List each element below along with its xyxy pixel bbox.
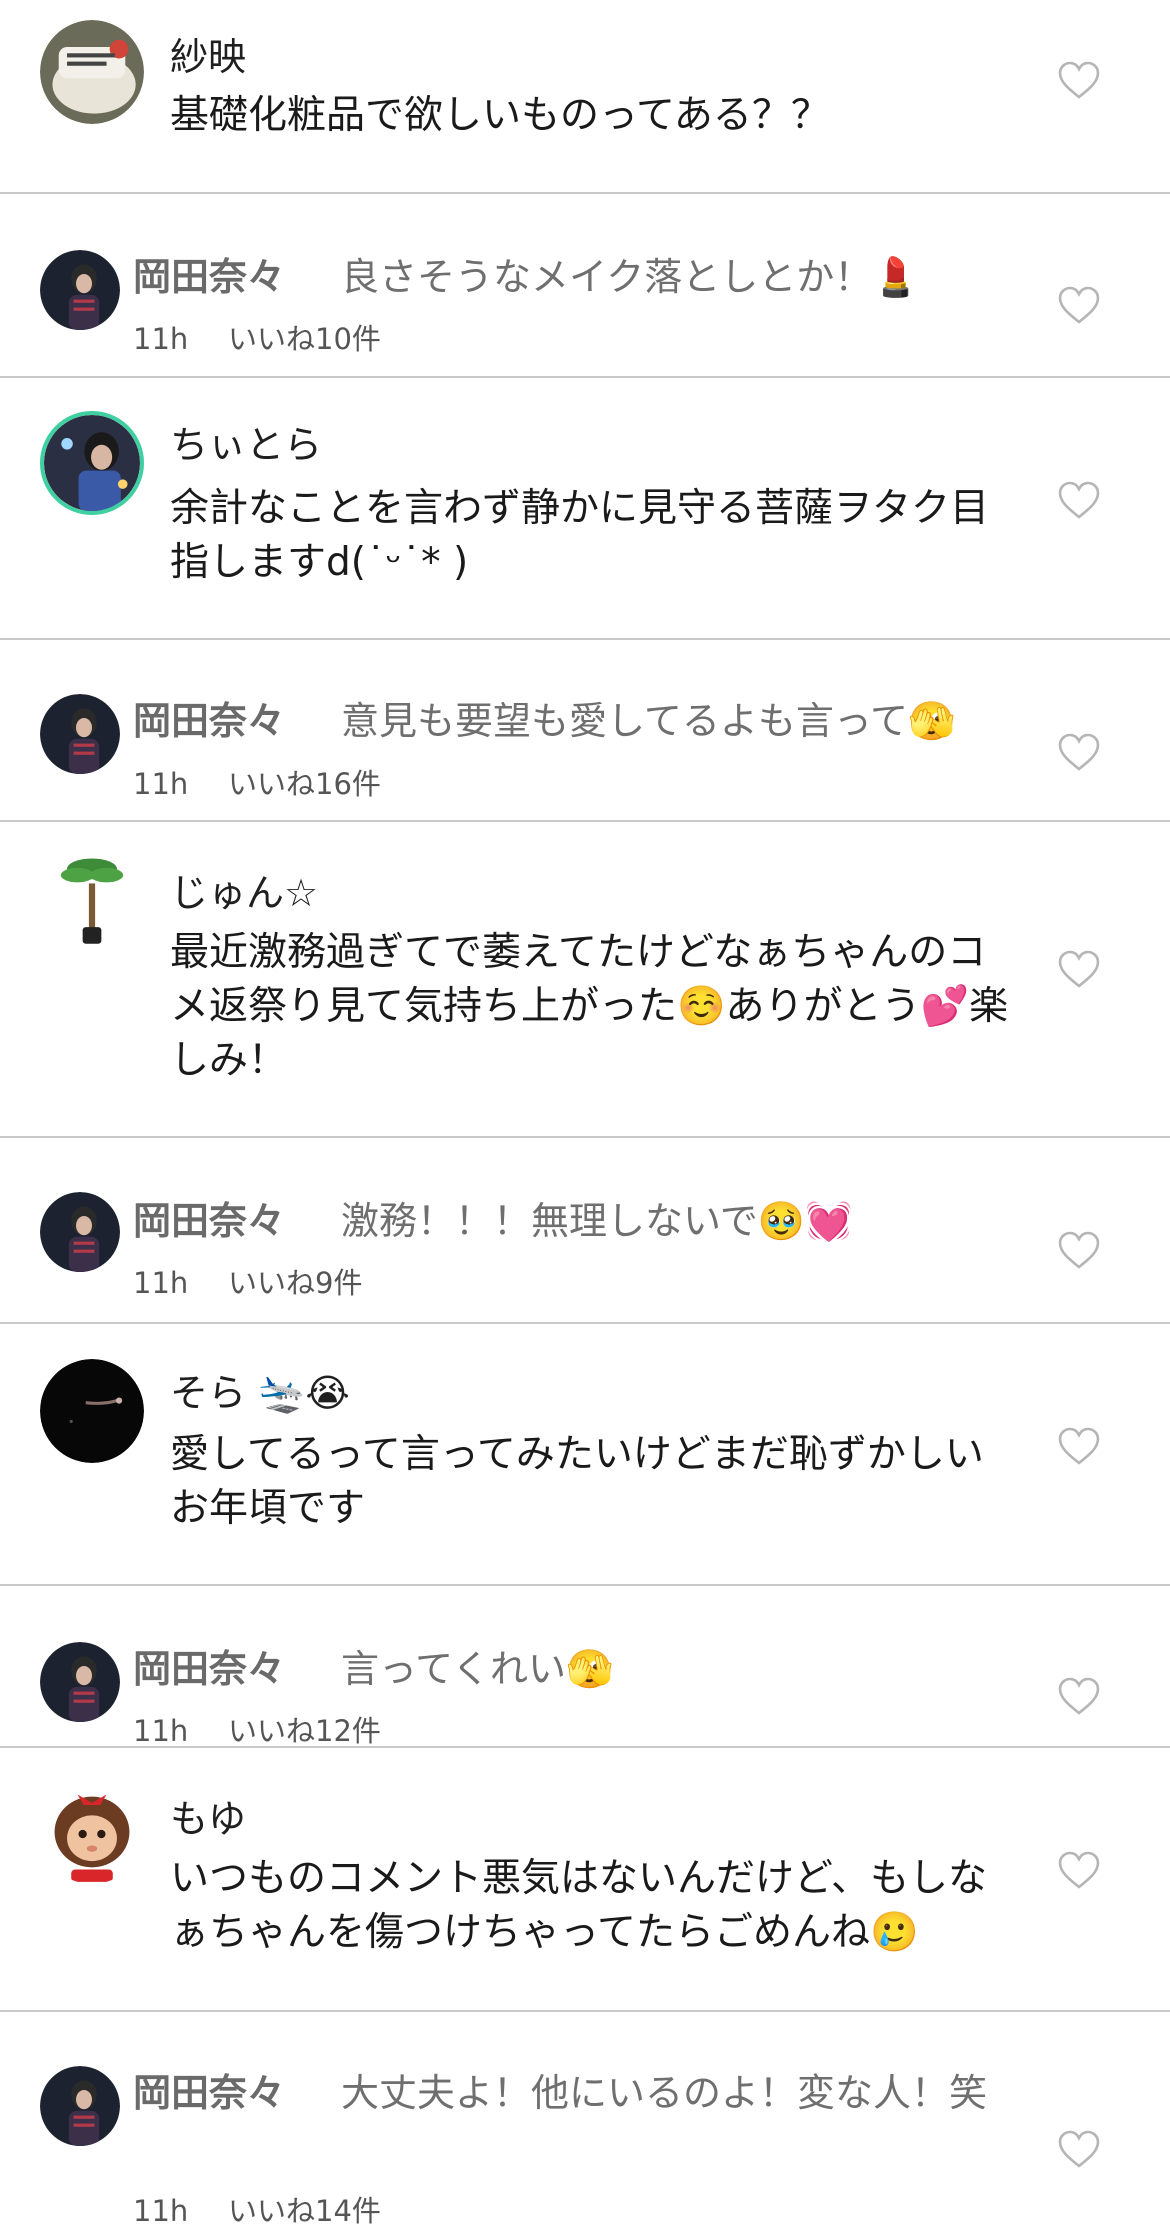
reply-body: 岡田奈々 言ってくれい🫣 [133,1642,1013,1696]
reply-body: 岡田奈々 激務！！！無理しないで🥹💓 [133,1194,1013,1248]
heart-outline-icon[interactable] [1057,1850,1101,1890]
reply-item: 岡田奈々 良さそうなメイク落としとか！💄 11h いいね10件 [0,194,1170,376]
comment-text: 愛してるって言ってみたいけどまだ恥ずかしいお年頃です [170,1432,984,1531]
heart-outline-icon[interactable] [1057,1230,1101,1270]
like-count[interactable]: いいね12件 [228,1714,381,1748]
avatar-okada[interactable] [40,250,120,330]
reply-meta: 11h いいね10件 [133,316,381,358]
comment-text: 基礎化粧品で欲しいものってある？？ [170,93,830,138]
reply-item: 岡田奈々 言ってくれい🫣 11h いいね12件 [0,1586,1170,1748]
comment-item: じゅん☆ 最近激務過ぎてで萎えてたけどなぁちゃんのコメ返祭り見て気持ち上がった☺… [0,822,1170,1136]
comment-text: 余計なことを言わず静かに見守る菩薩ヲタク目指しますd(˙ᵕ˙* ) [170,486,990,585]
comment-item: そら 🛬😭 愛してるって言ってみたいけどまだ恥ずかしいお年頃です [0,1324,1170,1584]
avatar-plant[interactable] [40,846,144,950]
comment-username[interactable]: そら 🛬😭 [170,1362,350,1417]
avatar-concert[interactable] [40,411,144,515]
reply-time: 11h [133,767,189,801]
reply-item: 岡田奈々 意見も要望も愛してるよも言って🫣 11h いいね16件 [0,640,1170,820]
comment-feed: 紗映 基礎化粧品で欲しいものってある？？ 岡田奈々 良さそうなメイク落としとか！💄… [0,0,1170,2234]
heart-outline-icon[interactable] [1057,60,1101,100]
reply-time: 11h [133,1714,189,1748]
avatar-okada[interactable] [40,2066,120,2146]
reply-item: 岡田奈々 大丈夫よ！他にいるのよ！変な人！笑 11h いいね14件 [0,2012,1170,2234]
comment-item: もゆ いつものコメント悪気はないんだけど、もしなぁちゃんを傷つけちゃってたらごめ… [0,1748,1170,2010]
reply-time: 11h [133,2194,189,2228]
heart-outline-icon[interactable] [1057,949,1101,989]
heart-outline-icon[interactable] [1057,732,1101,772]
reply-text: 良さそうなメイク落としとか！💄 [341,255,920,299]
comment-text: 最近激務過ぎてで萎えてたけどなぁちゃんのコメ返祭り見て気持ち上がった☺️ありがと… [170,930,1009,1083]
reply-username[interactable]: 岡田奈々 [133,2071,285,2115]
reply-time: 11h [133,322,189,356]
heart-outline-icon[interactable] [1057,2129,1101,2169]
reply-meta: 11h いいね12件 [133,1708,381,1750]
comment-username[interactable]: じゅん☆ [170,862,318,917]
reply-body: 岡田奈々 意見も要望も愛してるよも言って🫣 [133,694,1013,748]
avatar-okada[interactable] [40,694,120,774]
comment-username[interactable]: もゆ [170,1788,246,1843]
reply-username[interactable]: 岡田奈々 [133,699,285,743]
avatar-okada[interactable] [40,1192,120,1272]
reply-text: 意見も要望も愛してるよも言って🫣 [341,699,956,743]
comment-item: 紗映 基礎化粧品で欲しいものってある？？ [0,0,1170,192]
comment-username[interactable]: ちぃとら [170,414,322,469]
comment-text: いつものコメント悪気はないんだけど、もしなぁちゃんを傷つけちゃってたらごめんね🥲 [170,1856,988,1955]
avatar-dark[interactable] [40,1359,144,1463]
avatar-okada[interactable] [40,1642,120,1722]
reply-meta: 11h いいね9件 [133,1260,362,1302]
like-count[interactable]: いいね16件 [228,767,381,801]
reply-time: 11h [133,1266,189,1300]
reply-body: 岡田奈々 大丈夫よ！他にいるのよ！変な人！笑 [133,2066,993,2120]
heart-outline-icon[interactable] [1057,1676,1101,1716]
reply-text: 言ってくれい🫣 [341,1647,614,1691]
reply-item: 岡田奈々 激務！！！無理しないで🥹💓 11h いいね9件 [0,1138,1170,1322]
avatar-monchhichi[interactable] [40,1780,144,1884]
like-count[interactable]: いいね14件 [228,2194,381,2228]
comment-username[interactable]: 紗映 [170,26,246,81]
heart-outline-icon[interactable] [1057,1426,1101,1466]
reply-body: 岡田奈々 良さそうなメイク落としとか！💄 [133,250,1013,304]
reply-meta: 11h いいね14件 [133,2188,381,2230]
reply-meta: 11h いいね16件 [133,761,381,803]
comment-item: ちぃとら 余計なことを言わず静かに見守る菩薩ヲタク目指しますd(˙ᵕ˙* ) [0,378,1170,638]
like-count[interactable]: いいね10件 [228,322,381,356]
reply-text: 大丈夫よ！他にいるのよ！変な人！笑 [341,2071,988,2115]
like-count[interactable]: いいね9件 [228,1266,362,1300]
reply-text: 激務！！！無理しないで🥹💓 [341,1199,853,1243]
reply-username[interactable]: 岡田奈々 [133,1647,285,1691]
reply-username[interactable]: 岡田奈々 [133,255,285,299]
heart-outline-icon[interactable] [1057,480,1101,520]
reply-username[interactable]: 岡田奈々 [133,1199,285,1243]
avatar-cake[interactable] [40,20,144,124]
heart-outline-icon[interactable] [1057,285,1101,325]
